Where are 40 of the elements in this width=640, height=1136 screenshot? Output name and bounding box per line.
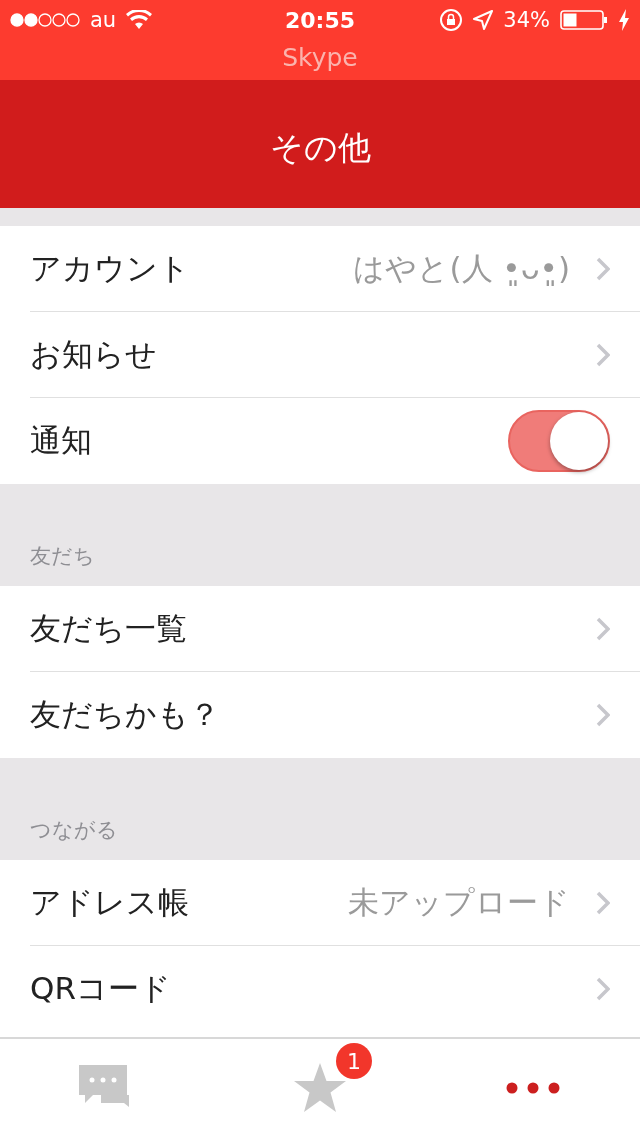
star-icon — [294, 1062, 346, 1113]
row-label: アカウント — [30, 248, 191, 288]
tab-button[interactable]: 1 — [213, 1039, 427, 1136]
settings-row[interactable]: アドレス帳 未アップロード — [30, 860, 640, 946]
settings-row[interactable]: 友だちかも？ — [30, 672, 640, 758]
row-label: お知らせ — [30, 334, 158, 374]
row-value: はやと(人 •͈ᴗ•͈) — [353, 248, 570, 288]
row-value: 未アップロード — [348, 882, 570, 922]
row-label: 通知 — [30, 421, 93, 460]
settings-row[interactable]: 通知 — [30, 398, 640, 484]
row-label: アドレス帳 — [30, 882, 190, 922]
chevron-icon — [596, 977, 610, 1001]
chevron-icon — [596, 890, 610, 915]
settings-row[interactable]: アカウント はやと(人 •͈ᴗ•͈) — [30, 226, 640, 312]
chevron-icon — [596, 616, 610, 641]
battery-icon — [560, 10, 608, 30]
rotation-lock-icon — [439, 8, 464, 32]
row-label: 友だちかも？ — [30, 695, 221, 734]
location-arrow-icon — [473, 10, 494, 30]
charging-bolt-icon — [618, 9, 630, 31]
more-dots-icon — [506, 1081, 561, 1094]
toggle-switch[interactable] — [508, 410, 610, 472]
app-title: Skype — [281, 42, 359, 74]
notification-badge: 1 — [336, 1043, 372, 1079]
carrier-name: au — [90, 8, 117, 32]
settings-row[interactable]: お知らせ — [30, 312, 640, 398]
section-header: つながる — [0, 758, 640, 860]
row-label: 友だち一覧 — [30, 608, 188, 648]
clock-time: 20:55 — [285, 7, 355, 33]
chevron-icon — [596, 342, 610, 367]
signal-icon — [10, 13, 80, 27]
settings-row[interactable]: QRコード — [30, 946, 640, 1032]
battery-percent: 34% — [503, 8, 550, 32]
chevron-icon — [596, 256, 610, 281]
row-label: QRコード — [30, 969, 172, 1008]
chevron-icon — [596, 703, 610, 727]
page-title: その他 — [269, 126, 371, 169]
wifi-icon — [126, 10, 153, 30]
section-header: 友だち — [0, 484, 640, 586]
settings-row[interactable]: 友だち一覧 — [30, 586, 640, 672]
